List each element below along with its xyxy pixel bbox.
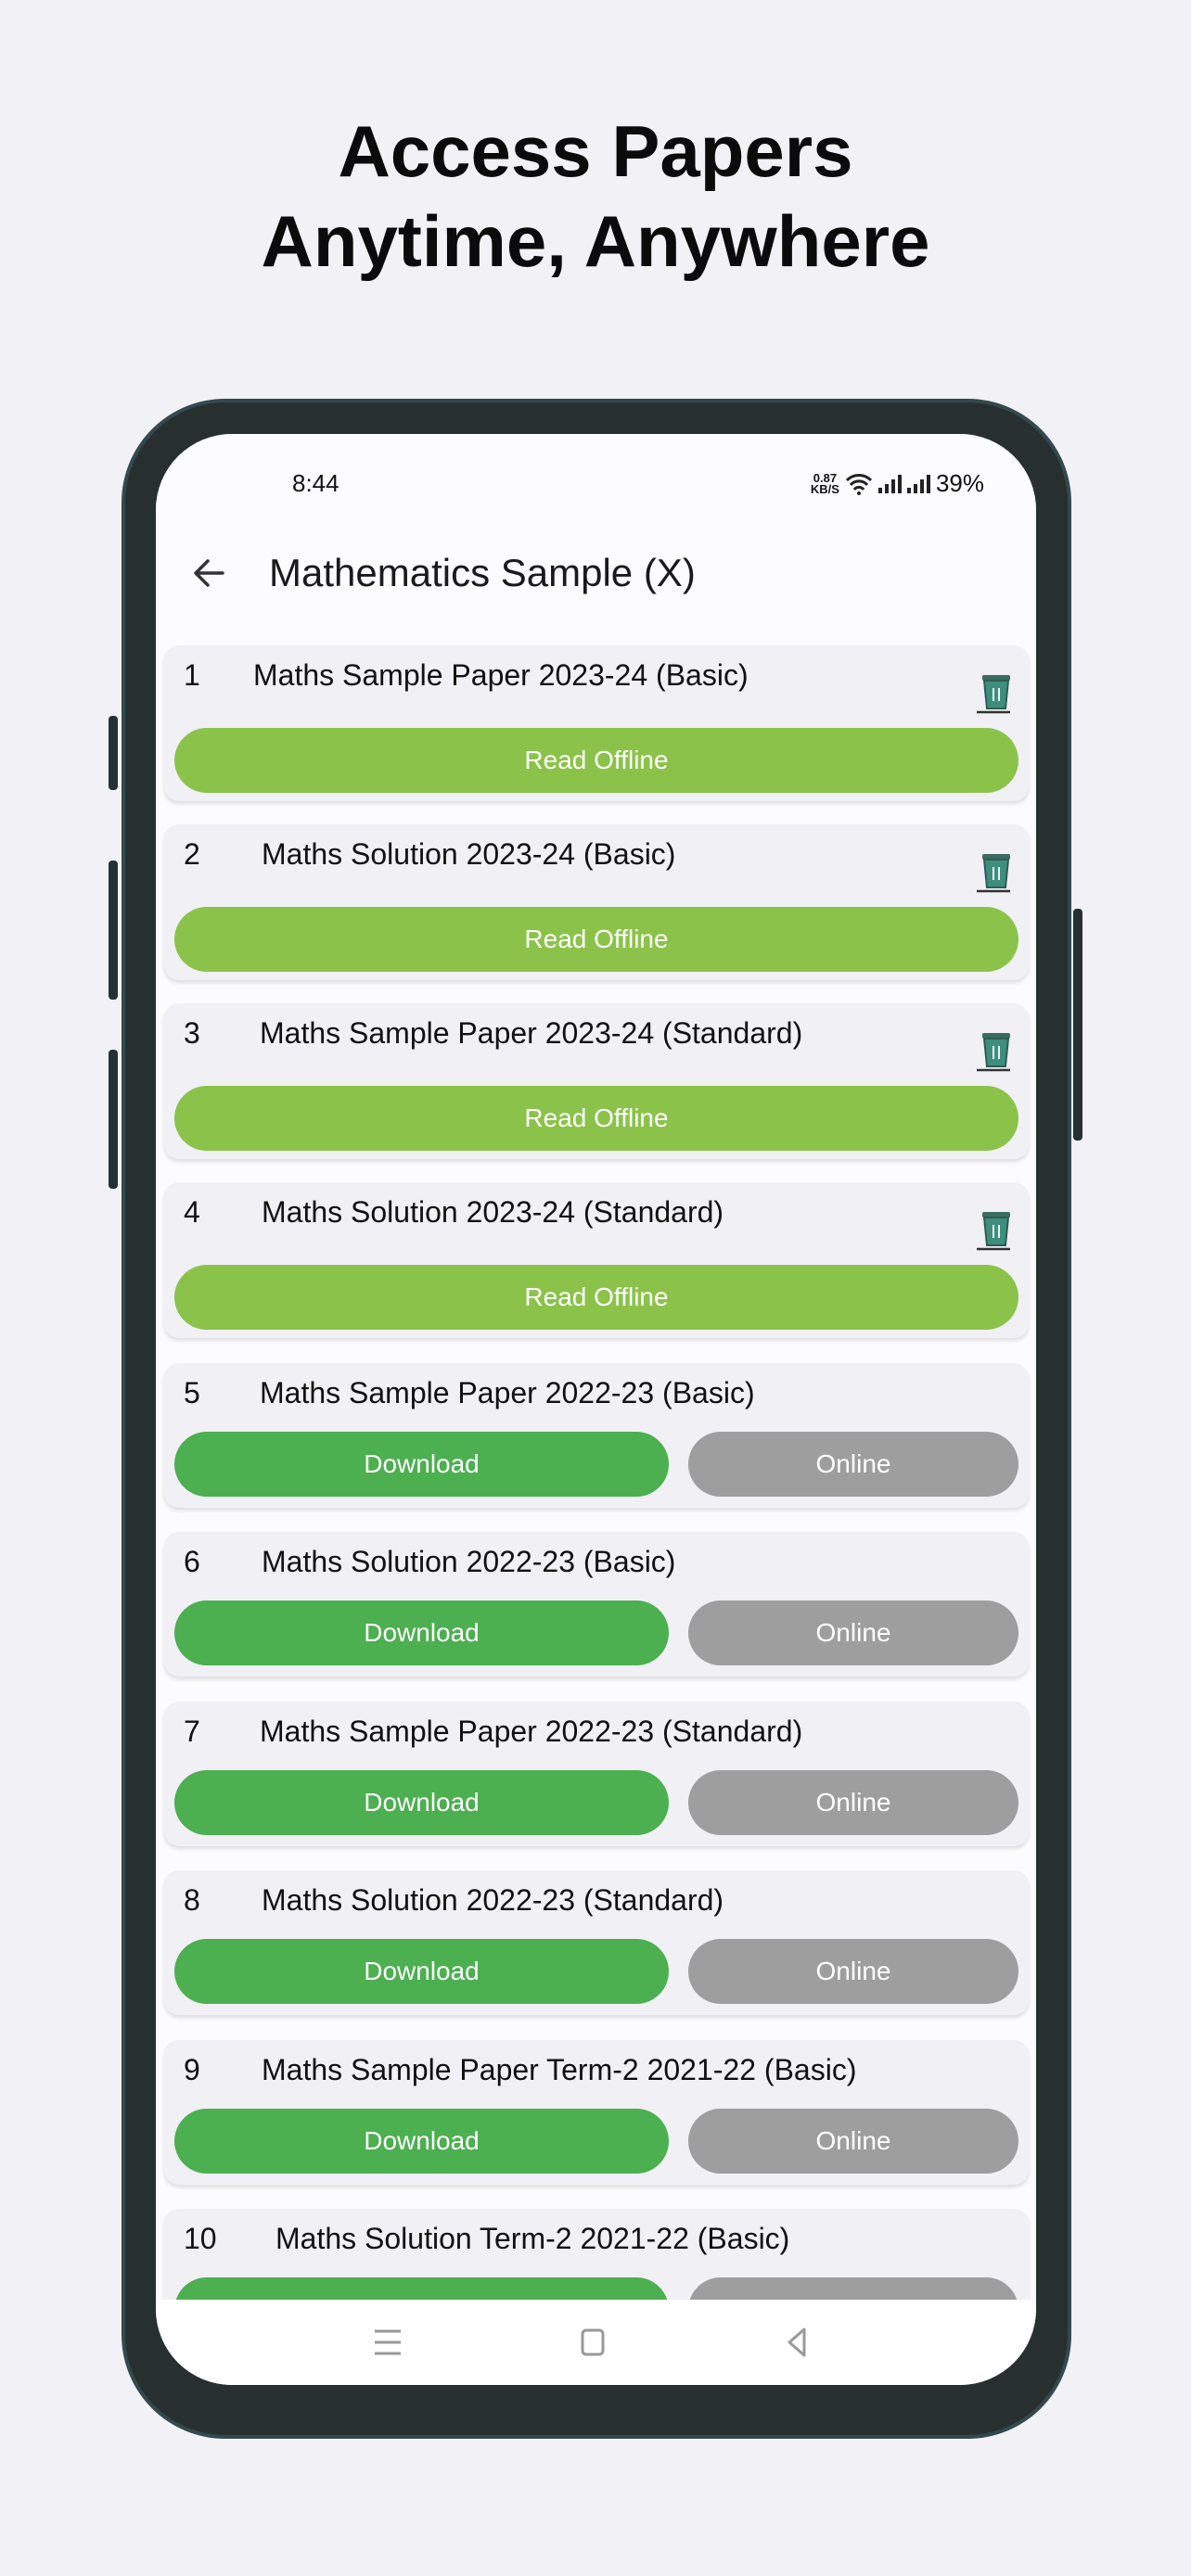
- trash-icon[interactable]: [973, 671, 1014, 714]
- read-offline-button[interactable]: Read Offline: [174, 728, 1018, 793]
- paper-title: Maths Solution Term-2 2021-22 (Basic): [275, 2222, 790, 2255]
- headline-line-1: Access Papers: [338, 110, 853, 192]
- online-button[interactable]: Online: [688, 1600, 1018, 1665]
- headline-line-2: Anytime, Anywhere: [261, 200, 930, 282]
- home-square-icon[interactable]: [574, 2324, 611, 2361]
- paper-title: Maths Sample Paper Term-2 2021-22 (Basic…: [262, 2053, 857, 2086]
- paper-title: Maths Solution 2023-24 (Standard): [262, 1195, 724, 1229]
- online-button[interactable]: Online: [688, 1432, 1018, 1497]
- paper-card: 7 Maths Sample Paper 2022-23 (Standard) Do…: [164, 1702, 1029, 1846]
- download-button[interactable]: Download: [174, 1939, 669, 2004]
- download-button[interactable]: Download: [174, 2109, 669, 2174]
- back-arrow-icon[interactable]: [189, 553, 230, 593]
- paper-number: 10: [184, 2222, 217, 2255]
- online-button[interactable]: Online: [688, 2109, 1018, 2174]
- phone-side-button: [109, 861, 118, 1000]
- paper-card: 1 Maths Sample Paper 2023-24 (Basic) Read …: [164, 645, 1029, 801]
- paper-list[interactable]: 1 Maths Sample Paper 2023-24 (Basic) Read …: [156, 434, 1036, 2300]
- paper-number: 6: [184, 1545, 200, 1578]
- paper-number: 3: [184, 1016, 200, 1050]
- paper-title: Maths Sample Paper 2023-24 (Standard): [260, 1016, 803, 1050]
- paper-number: 2: [184, 837, 200, 871]
- download-button[interactable]: Download: [174, 1432, 669, 1497]
- paper-title: Maths Solution 2023-24 (Basic): [262, 837, 676, 871]
- paper-number: 7: [184, 1715, 200, 1748]
- read-offline-button[interactable]: Read Offline: [174, 907, 1018, 972]
- paper-title: Maths Sample Paper 2022-23 (Basic): [260, 1376, 755, 1409]
- paper-card: 2 Maths Solution 2023-24 (Basic) Read Offl…: [164, 824, 1029, 980]
- status-bar: 8:44 0.87 KB/S 39%: [156, 434, 1036, 527]
- signal-icon: [877, 474, 902, 493]
- paper-title: Maths Solution 2022-23 (Basic): [262, 1545, 676, 1578]
- paper-number: 5: [184, 1376, 200, 1409]
- trash-icon[interactable]: [973, 1029, 1014, 1072]
- paper-title: Maths Sample Paper 2022-23 (Standard): [260, 1715, 803, 1748]
- paper-card: 8 Maths Solution 2022-23 (Standard) Downlo…: [164, 1870, 1029, 2015]
- wifi-icon: [845, 473, 873, 495]
- system-nav-bar: [156, 2300, 1036, 2385]
- online-button[interactable]: Online: [688, 1939, 1018, 2004]
- paper-number: 8: [184, 1883, 200, 1917]
- paper-card: 10 Maths Solution Term-2 2021-22 (Basic): [164, 2209, 1029, 2300]
- download-button[interactable]: [174, 2277, 669, 2300]
- trash-icon[interactable]: [973, 1208, 1014, 1251]
- status-icons: 0.87 KB/S 39%: [811, 469, 984, 498]
- download-button[interactable]: Download: [174, 1600, 669, 1665]
- status-time: 8:44: [292, 469, 339, 497]
- paper-title: Maths Sample Paper 2023-24 (Basic): [253, 658, 749, 692]
- read-offline-button[interactable]: Read Offline: [174, 1265, 1018, 1330]
- paper-card: 3 Maths Sample Paper 2023-24 (Standard) Re…: [164, 1003, 1029, 1159]
- paper-card: 4 Maths Solution 2023-24 (Standard) Read O…: [164, 1182, 1029, 1338]
- phone-side-button: [109, 1050, 118, 1189]
- online-button[interactable]: [688, 2277, 1018, 2300]
- app-bar: Mathematics Sample (X): [156, 527, 1036, 629]
- paper-card: 9 Maths Sample Paper Term-2 2021-22 (Basi…: [164, 2040, 1029, 2185]
- paper-card: 5 Maths Sample Paper 2022-23 (Basic) Downl…: [164, 1363, 1029, 1508]
- read-offline-button[interactable]: Read Offline: [174, 1086, 1018, 1151]
- download-button[interactable]: Download: [174, 1770, 669, 1835]
- phone-side-button: [109, 716, 118, 790]
- signal-icon: [906, 474, 930, 493]
- menu-icon[interactable]: [369, 2324, 406, 2361]
- back-triangle-icon[interactable]: [778, 2324, 815, 2361]
- phone-side-button: [1073, 909, 1082, 1141]
- phone-screen: 1 Maths Sample Paper 2023-24 (Basic) Read …: [156, 434, 1036, 2385]
- trash-icon[interactable]: [973, 850, 1014, 893]
- network-speed: 0.87 KB/S: [810, 470, 839, 496]
- paper-number: 9: [184, 2053, 200, 2086]
- paper-title: Maths Solution 2022-23 (Standard): [262, 1883, 724, 1917]
- paper-number: 1: [184, 658, 200, 692]
- online-button[interactable]: Online: [688, 1770, 1018, 1835]
- page-title: Mathematics Sample (X): [269, 551, 696, 594]
- battery-percent: 39%: [935, 469, 984, 497]
- paper-card: 6 Maths Solution 2022-23 (Basic) Download O…: [164, 1532, 1029, 1677]
- paper-number: 4: [184, 1195, 200, 1229]
